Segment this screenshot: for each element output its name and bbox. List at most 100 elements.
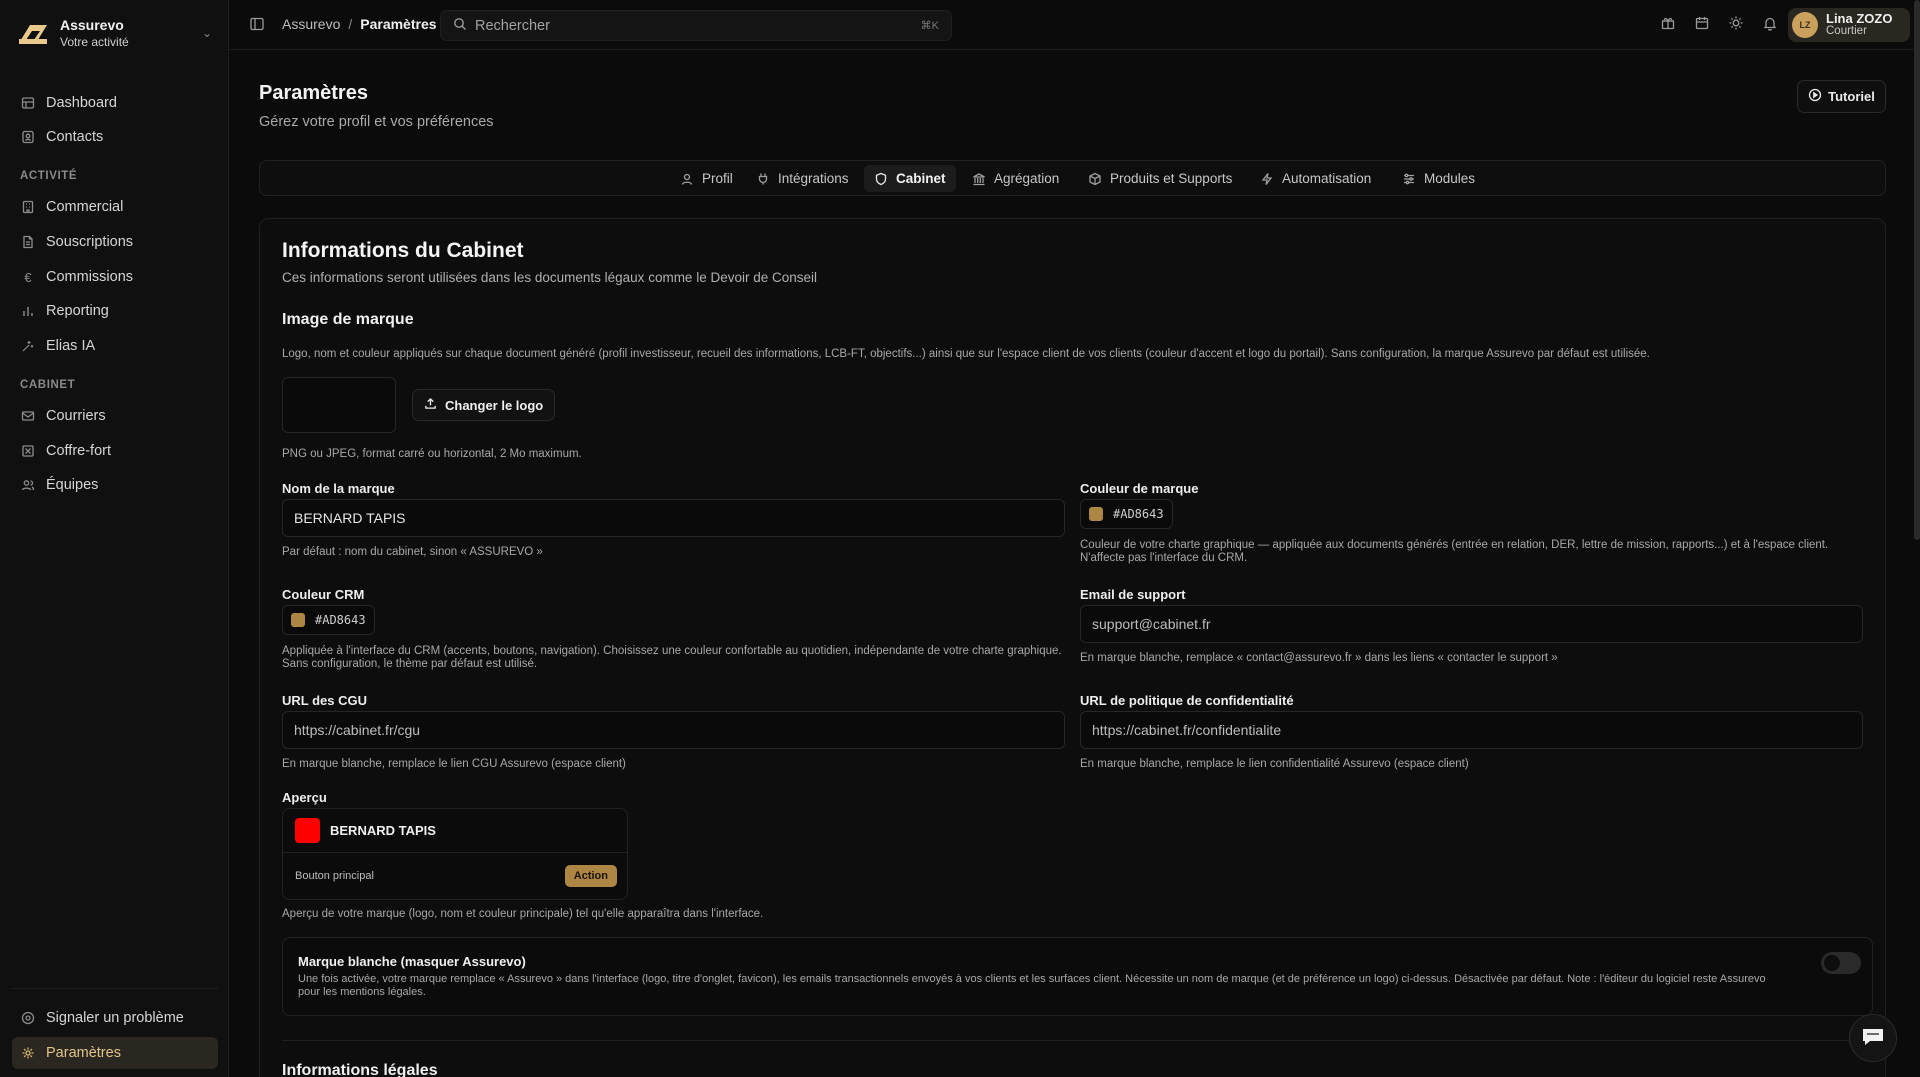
sidebar-item-report-problem[interactable]: Signaler un problème (12, 1002, 218, 1034)
white-label-description: Une fois activée, votre marque remplace … (298, 973, 1766, 998)
brand-color-swatch (1089, 507, 1103, 521)
tab-label: Automatisation (1282, 171, 1372, 186)
tab-modules[interactable]: Modules (1392, 165, 1485, 192)
sidebar-item-label: Dashboard (46, 95, 117, 111)
help-icon (20, 1010, 36, 1026)
preview-button-caption: Bouton principal (295, 869, 374, 882)
tab-integrations[interactable]: Intégrations (746, 165, 859, 192)
sidebar-item-contacts[interactable]: Contacts (12, 121, 218, 153)
sidebar-item-label: Signaler un problème (46, 1010, 184, 1026)
preview-brand-name: BERNARD TAPIS (330, 823, 436, 838)
sidebar-item-label: Souscriptions (46, 234, 134, 250)
shield-icon (874, 172, 888, 186)
tab-profil[interactable]: Profil (670, 165, 743, 192)
change-logo-button[interactable]: Changer le logo (412, 389, 556, 421)
brand-preview: BERNARD TAPIS Bouton principal Action (282, 808, 628, 900)
tab-automatisation[interactable]: Automatisation (1250, 165, 1381, 192)
topbar: Assurevo / Paramètres ⌘K LZ Lina ZOZO Cour… (229, 0, 1920, 50)
sidebar-section-activity: ACTIVITÉ (20, 170, 78, 182)
search-shortcut: ⌘K (920, 20, 939, 32)
document-icon (20, 234, 36, 250)
sidebar-item-coffre-fort[interactable]: Coffre-fort (12, 435, 218, 467)
sidebar-toggle-icon[interactable] (249, 16, 267, 34)
sidebar-item-label: Coffre-fort (46, 443, 112, 459)
bell-icon[interactable] (1762, 15, 1780, 33)
sidebar-item-label: Équipes (46, 477, 99, 493)
sliders-icon (1402, 172, 1416, 186)
tab-label: Intégrations (778, 171, 849, 186)
brand-color-picker[interactable]: #AD8643 (1080, 499, 1173, 529)
support-email-field[interactable]: support@cabinet.fr (1080, 605, 1863, 643)
brand-name-label: Nom de la marque (282, 481, 395, 496)
sidebar-item-equipes[interactable]: Équipes (12, 469, 218, 501)
breadcrumb-root[interactable]: Assurevo (282, 16, 340, 32)
tab-agregation[interactable]: Agrégation (962, 165, 1069, 192)
cgu-url-label: URL des CGU (282, 693, 367, 708)
settings-tabs: Profil Intégrations Cabinet Agrégation P… (259, 160, 1886, 196)
logo-hint: PNG ou JPEG, format carré ou horizontal,… (282, 448, 582, 460)
preview-help: Aperçu de votre marque (logo, nom et cou… (282, 908, 764, 920)
gift-icon[interactable] (1660, 15, 1678, 33)
sidebar-item-souscriptions[interactable]: Souscriptions (12, 226, 218, 258)
sidebar-item-courriers[interactable]: Courriers (12, 400, 218, 432)
bar-chart-icon (20, 303, 36, 319)
page-scrollbar[interactable] (1914, 0, 1920, 540)
crm-color-picker[interactable]: #AD8643 (282, 605, 375, 635)
assurevo-logo-icon (19, 25, 47, 44)
brand-color-value: #AD8643 (1113, 507, 1164, 521)
white-label-toggle[interactable] (1821, 952, 1861, 974)
sidebar-item-elias-ia[interactable]: Elias IA (12, 330, 218, 362)
mail-icon (20, 408, 36, 424)
brand-name-value: BERNARD TAPIS (294, 510, 406, 526)
chat-launcher-button[interactable] (1849, 1014, 1897, 1062)
package-icon (1088, 172, 1102, 186)
calendar-icon[interactable] (1694, 15, 1712, 33)
search-input[interactable] (475, 17, 921, 34)
brand-name-help: Par défaut : nom du cabinet, sinon « ASS… (282, 546, 543, 558)
dashboard-icon (20, 95, 36, 111)
tutorial-label: Tutoriel (1828, 89, 1875, 104)
topbar-actions (1660, 15, 1780, 33)
change-logo-label: Changer le logo (445, 397, 544, 413)
users-icon (20, 477, 36, 493)
crm-color-label: Couleur CRM (282, 587, 365, 602)
support-email-help: En marque blanche, remplace « contact@as… (1080, 652, 1558, 664)
sidebar-item-dashboard[interactable]: Dashboard (12, 87, 218, 119)
crm-color-help: Appliquée à l'interface du CRM (accents,… (282, 645, 1062, 670)
tutorial-button[interactable]: Tutoriel (1797, 80, 1886, 113)
preview-action-button: Action (564, 865, 617, 887)
gear-icon (20, 1045, 36, 1061)
cabinet-subtitle: Ces informations seront utilisées dans l… (282, 270, 818, 285)
sidebar-item-commercial[interactable]: Commercial (12, 191, 218, 223)
user-menu[interactable]: LZ Lina ZOZO Courtier (1788, 8, 1910, 42)
sidebar: Assurevo Votre activité ⌄ Dashboard Cont… (0, 0, 229, 1077)
search-bar[interactable]: ⌘K (440, 10, 952, 41)
bank-icon (972, 172, 986, 186)
brand-section-description: Logo, nom et couleur appliqués sur chaqu… (282, 348, 1650, 360)
white-label-title: Marque blanche (masquer Assurevo) (298, 954, 526, 969)
sidebar-item-commissions[interactable]: € Commissions (12, 261, 218, 293)
building-icon (20, 199, 36, 215)
brand-name-field[interactable]: BERNARD TAPIS (282, 499, 1065, 537)
tab-cabinet[interactable]: Cabinet (864, 165, 956, 192)
tab-label: Modules (1424, 171, 1476, 186)
brand-color-help: Couleur de votre charte graphique — appl… (1080, 539, 1829, 564)
privacy-url-label: URL de politique de confidentialité (1080, 693, 1294, 708)
sidebar-item-reporting[interactable]: Reporting (12, 295, 218, 327)
privacy-url-field[interactable]: https://cabinet.fr/confidentialite (1080, 711, 1863, 749)
euro-icon: € (24, 269, 32, 285)
page-title: Paramètres (259, 82, 368, 104)
crm-color-swatch (291, 613, 305, 627)
theme-sun-icon[interactable] (1728, 15, 1746, 33)
user-icon (680, 172, 694, 186)
brand-switcher[interactable]: Assurevo Votre activité ⌄ (16, 14, 212, 52)
brand-color-label: Couleur de marque (1080, 481, 1199, 496)
upload-icon (424, 397, 437, 413)
tab-produits-supports[interactable]: Produits et Supports (1078, 165, 1242, 192)
cabinet-title: Informations du Cabinet (282, 239, 524, 262)
cgu-url-field[interactable]: https://cabinet.fr/cgu (282, 711, 1065, 749)
breadcrumb: Assurevo / Paramètres (282, 16, 437, 32)
sidebar-item-label: Elias IA (46, 338, 96, 354)
cgu-url-placeholder: https://cabinet.fr/cgu (294, 722, 421, 738)
sidebar-item-parametres[interactable]: Paramètres (12, 1037, 218, 1069)
